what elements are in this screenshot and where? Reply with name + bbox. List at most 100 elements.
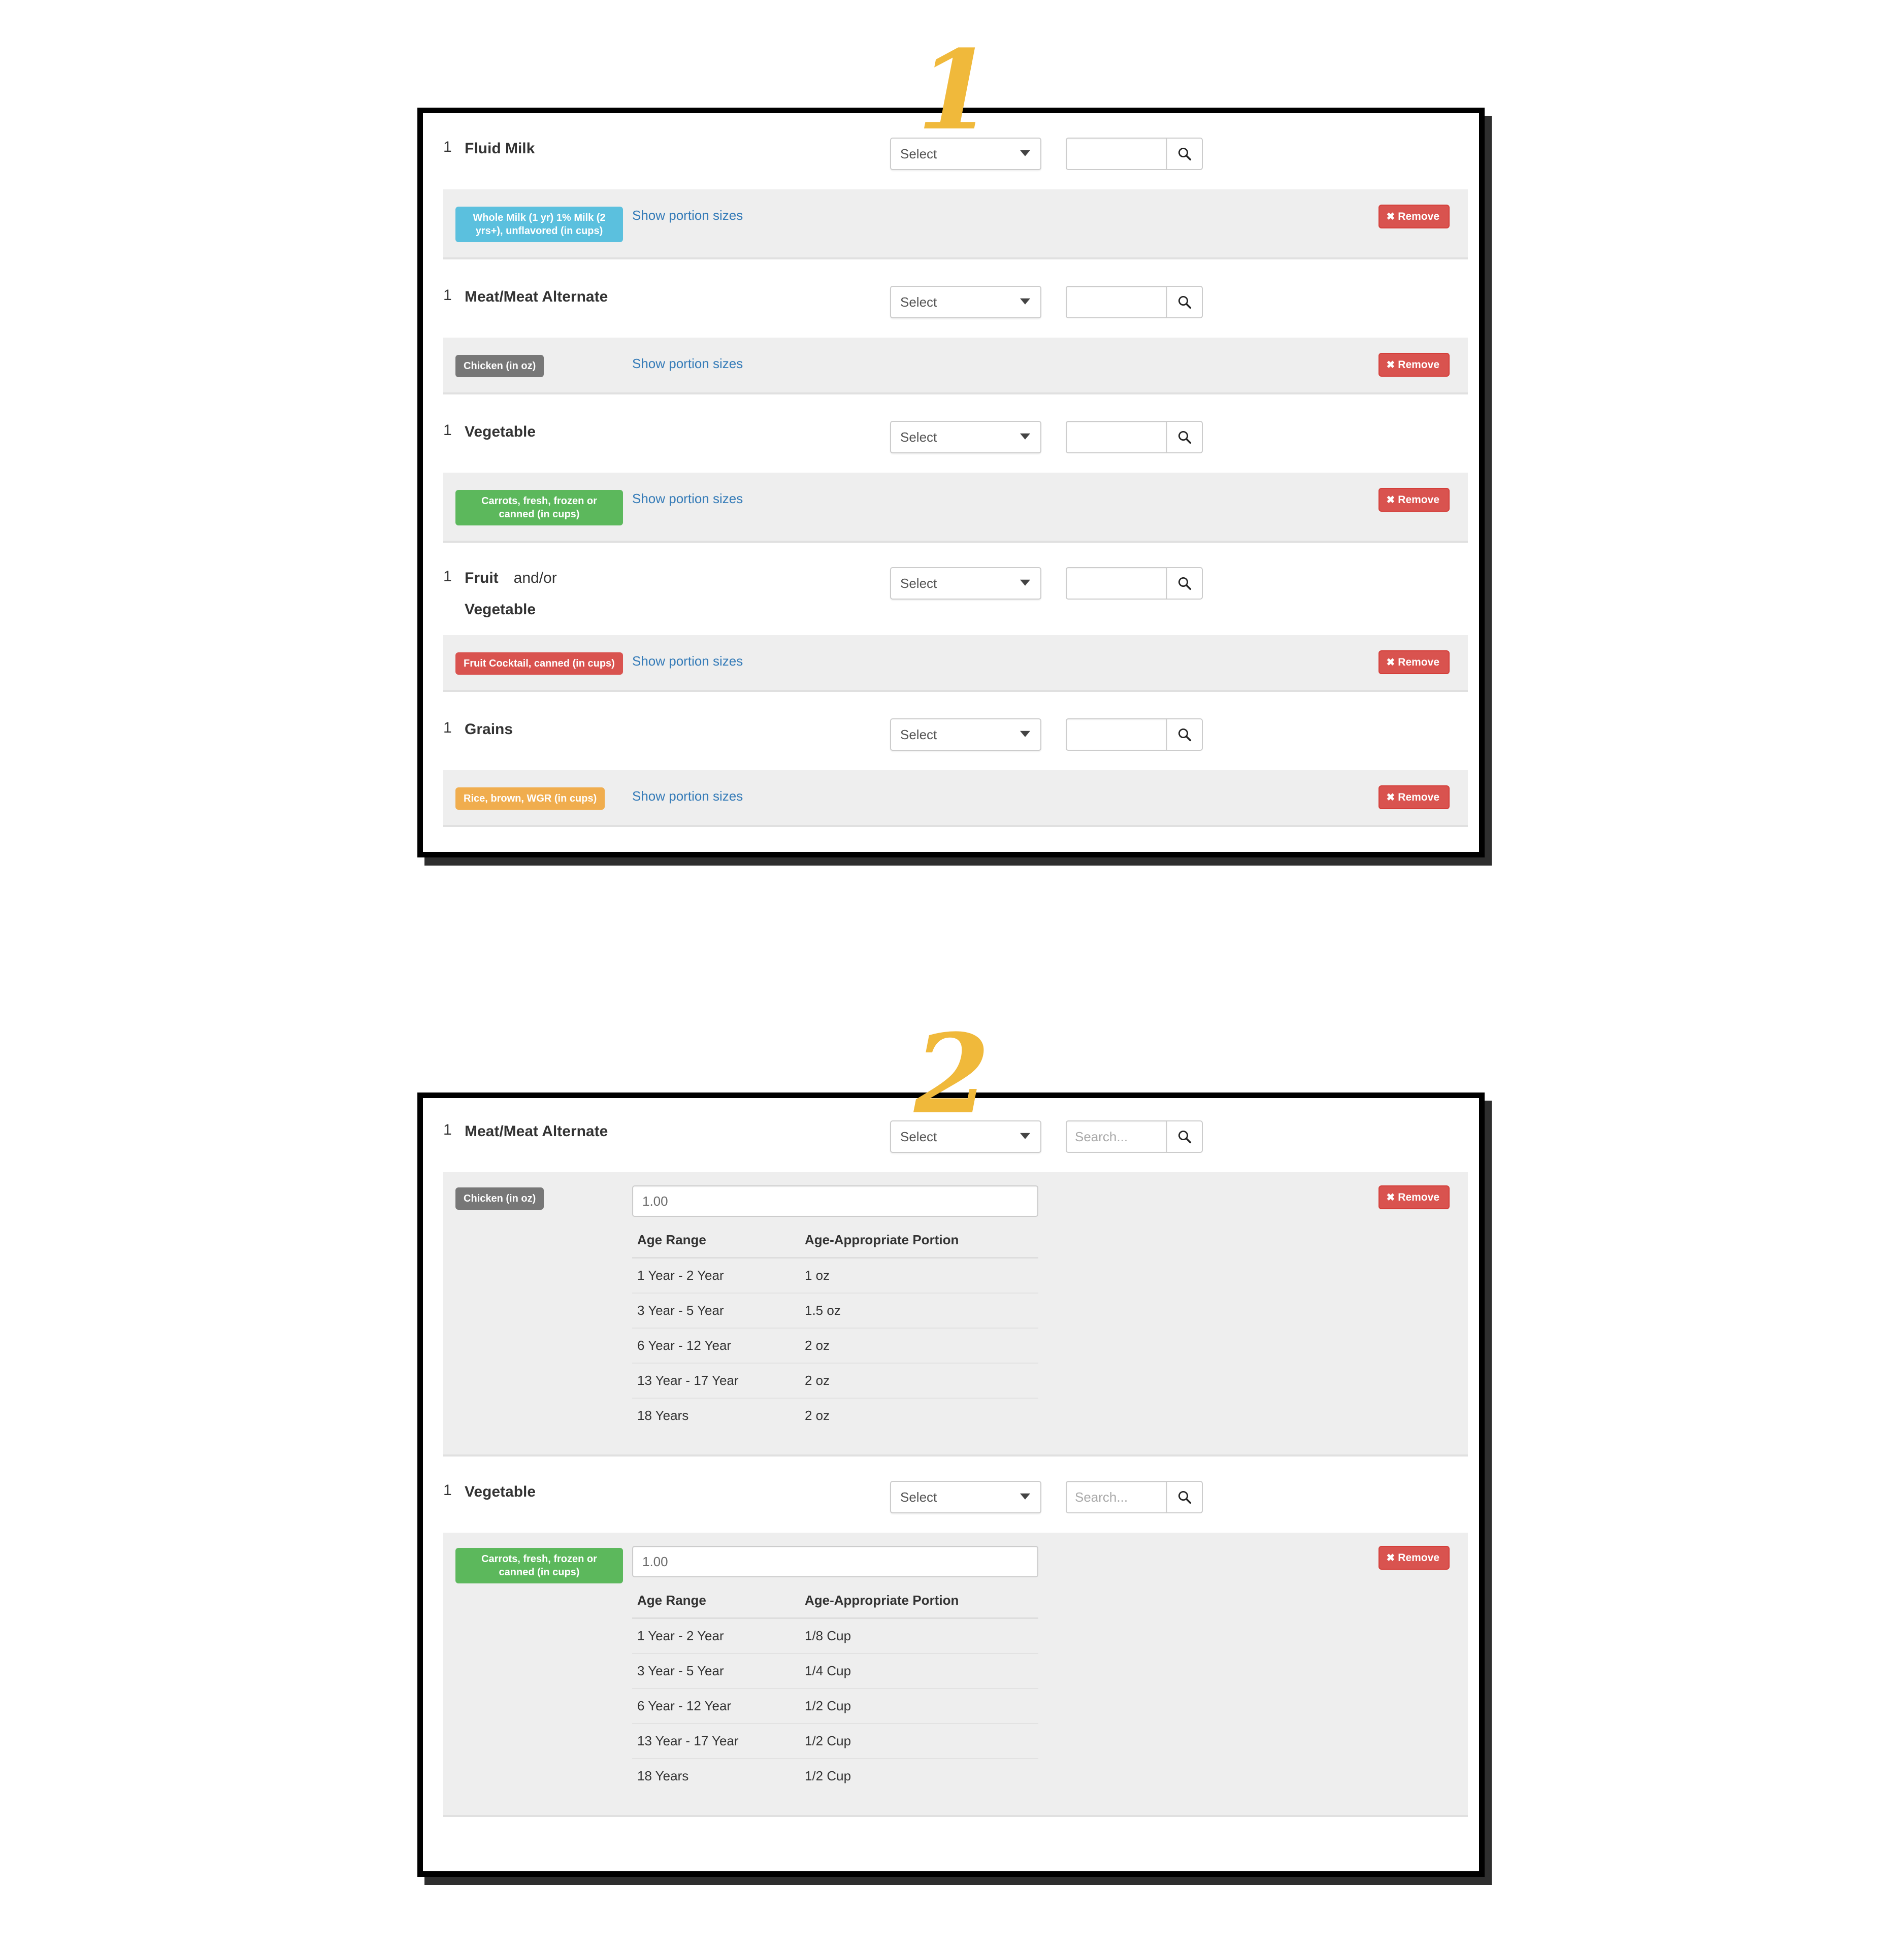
food-search-group bbox=[1066, 1120, 1203, 1153]
quantity-input[interactable] bbox=[632, 1185, 1038, 1217]
selected-food-badge-cell: Rice, brown, WGR (in cups) bbox=[455, 785, 632, 810]
food-select-value: Select bbox=[900, 1489, 937, 1505]
food-badge[interactable]: Carrots, fresh, frozen or canned (in cup… bbox=[455, 490, 623, 525]
food-select-dropdown[interactable]: Select bbox=[890, 138, 1041, 170]
show-portion-sizes-link[interactable]: Show portion sizes bbox=[632, 356, 743, 371]
remove-button[interactable]: ✖ Remove bbox=[1378, 1185, 1450, 1209]
portion-link-cell: Show portion sizes bbox=[632, 205, 1378, 223]
food-badge[interactable]: Chicken (in oz) bbox=[455, 1187, 544, 1210]
search-icon bbox=[1178, 729, 1191, 741]
column-header-age-range: Age Range bbox=[632, 1225, 800, 1259]
search-icon bbox=[1178, 296, 1191, 309]
food-search-input[interactable] bbox=[1066, 1120, 1167, 1153]
component-quantity: 1 bbox=[443, 139, 452, 155]
food-search-button[interactable] bbox=[1166, 286, 1203, 318]
show-portion-sizes-link[interactable]: Show portion sizes bbox=[632, 491, 743, 506]
quantity-input[interactable] bbox=[632, 1546, 1038, 1577]
component-controls: Select bbox=[890, 1481, 1203, 1513]
food-select-value: Select bbox=[900, 294, 937, 310]
close-icon: ✖ bbox=[1386, 657, 1395, 668]
cell-age-range: 3 Year - 5 Year bbox=[632, 1653, 800, 1689]
food-search-input[interactable] bbox=[1066, 1481, 1167, 1513]
remove-button[interactable]: ✖ Remove bbox=[1378, 205, 1450, 228]
close-icon: ✖ bbox=[1386, 211, 1395, 222]
selected-food-row: Carrots, fresh, frozen or canned (in cup… bbox=[443, 473, 1468, 543]
food-search-group bbox=[1066, 1481, 1203, 1513]
food-select-dropdown[interactable]: Select bbox=[890, 286, 1041, 318]
cell-portion: 1.5 oz bbox=[800, 1293, 1038, 1329]
table-row: 18 Years 1/2 Cup bbox=[632, 1759, 1038, 1793]
component-name-secondary: Vegetable bbox=[465, 601, 536, 618]
food-badge[interactable]: Whole Milk (1 yr) 1% Milk (2 yrs+), unfl… bbox=[455, 207, 623, 242]
food-search-input[interactable] bbox=[1066, 567, 1167, 600]
selected-food-row-expanded: Carrots, fresh, frozen or canned (in cup… bbox=[443, 1533, 1468, 1817]
component-row-vegetable: 1 Vegetable Select bbox=[423, 394, 1479, 473]
cell-age-range: 13 Year - 17 Year bbox=[632, 1724, 800, 1759]
cell-portion: 1 oz bbox=[800, 1257, 1038, 1294]
remove-button[interactable]: ✖ Remove bbox=[1378, 785, 1450, 809]
remove-cell: ✖ Remove bbox=[1378, 1185, 1450, 1209]
remove-cell: ✖ Remove bbox=[1378, 650, 1450, 674]
cell-portion: 1/2 Cup bbox=[800, 1724, 1038, 1759]
remove-cell: ✖ Remove bbox=[1378, 353, 1450, 377]
component-name: Vegetable bbox=[465, 423, 536, 440]
food-search-button[interactable] bbox=[1166, 567, 1203, 600]
portion-size-table: Age Range Age-Appropriate Portion 1 Year… bbox=[632, 1585, 1038, 1793]
remove-cell: ✖ Remove bbox=[1378, 205, 1450, 228]
selected-food-badge-cell: Carrots, fresh, frozen or canned (in cup… bbox=[455, 488, 632, 525]
food-search-button[interactable] bbox=[1166, 1481, 1203, 1513]
table-row: 18 Years 2 oz bbox=[632, 1398, 1038, 1433]
cell-portion: 1/2 Cup bbox=[805, 1768, 851, 1783]
cell-age-range: 18 Years bbox=[637, 1768, 689, 1783]
remove-button-label: Remove bbox=[1398, 656, 1439, 668]
food-search-input[interactable] bbox=[1066, 421, 1167, 453]
remove-cell: ✖ Remove bbox=[1378, 488, 1450, 512]
portion-link-cell: Show portion sizes bbox=[632, 785, 1378, 804]
component-quantity: 1 bbox=[443, 1482, 452, 1499]
component-name-primary: Fruit bbox=[465, 570, 499, 586]
meal-component-panel-expanded: 1 Meat/Meat Alternate Select Search... C… bbox=[417, 1093, 1485, 1877]
remove-button-label: Remove bbox=[1398, 359, 1439, 371]
food-badge[interactable]: Chicken (in oz) bbox=[455, 355, 544, 377]
chevron-down-icon bbox=[1020, 1493, 1030, 1500]
component-controls: Select bbox=[890, 1120, 1203, 1153]
component-controls: Select bbox=[890, 138, 1203, 170]
component-label-group: 1 Vegetable bbox=[443, 1481, 890, 1502]
food-search-button[interactable] bbox=[1166, 138, 1203, 170]
food-badge[interactable]: Fruit Cocktail, canned (in cups) bbox=[455, 652, 623, 675]
show-portion-sizes-link[interactable]: Show portion sizes bbox=[632, 208, 743, 223]
selected-food-row: Fruit Cocktail, canned (in cups) Show po… bbox=[443, 635, 1468, 692]
selected-food-row: Whole Milk (1 yr) 1% Milk (2 yrs+), unfl… bbox=[443, 189, 1468, 259]
food-select-dropdown[interactable]: Select bbox=[890, 1120, 1041, 1153]
cell-age-range: 18 Years bbox=[637, 1408, 689, 1423]
component-label-group: 1 Fluid Milk bbox=[443, 138, 890, 159]
component-row-grains: 1 Grains Select bbox=[423, 692, 1479, 770]
food-search-button[interactable] bbox=[1166, 1120, 1203, 1153]
food-select-dropdown[interactable]: Select bbox=[890, 567, 1041, 600]
food-search-button[interactable] bbox=[1166, 718, 1203, 751]
show-portion-sizes-link[interactable]: Show portion sizes bbox=[632, 653, 743, 669]
selected-food-badge-cell: Carrots, fresh, frozen or canned (in cup… bbox=[455, 1546, 632, 1583]
remove-button[interactable]: ✖ Remove bbox=[1378, 1546, 1450, 1570]
column-header-portion: Age-Appropriate Portion bbox=[800, 1225, 1038, 1259]
food-badge[interactable]: Rice, brown, WGR (in cups) bbox=[455, 787, 605, 810]
food-badge[interactable]: Carrots, fresh, frozen or canned (in cup… bbox=[455, 1548, 623, 1583]
selected-food-row-expanded: Chicken (in oz) Age Range Age-Appropriat… bbox=[443, 1172, 1468, 1457]
food-search-input[interactable] bbox=[1066, 286, 1167, 318]
show-portion-sizes-link[interactable]: Show portion sizes bbox=[632, 788, 743, 804]
food-select-dropdown[interactable]: Select bbox=[890, 718, 1041, 751]
chevron-down-icon bbox=[1020, 1133, 1030, 1139]
cell-age-range: 3 Year - 5 Year bbox=[632, 1293, 800, 1329]
screenshot-panel-one: 1 Fluid Milk Select Whole Milk (1 yr) 1%… bbox=[417, 108, 1485, 857]
remove-button[interactable]: ✖ Remove bbox=[1378, 353, 1450, 377]
remove-button[interactable]: ✖ Remove bbox=[1378, 650, 1450, 674]
food-select-dropdown[interactable]: Select bbox=[890, 1481, 1041, 1513]
food-search-input[interactable] bbox=[1066, 718, 1167, 751]
food-search-input[interactable] bbox=[1066, 138, 1167, 170]
cell-portion: 1/2 Cup bbox=[800, 1689, 1038, 1724]
meal-component-panel: 1 Fluid Milk Select Whole Milk (1 yr) 1%… bbox=[417, 108, 1485, 857]
remove-button[interactable]: ✖ Remove bbox=[1378, 488, 1450, 512]
food-select-dropdown[interactable]: Select bbox=[890, 421, 1041, 453]
food-search-button[interactable] bbox=[1166, 421, 1203, 453]
chevron-down-icon bbox=[1020, 298, 1030, 305]
